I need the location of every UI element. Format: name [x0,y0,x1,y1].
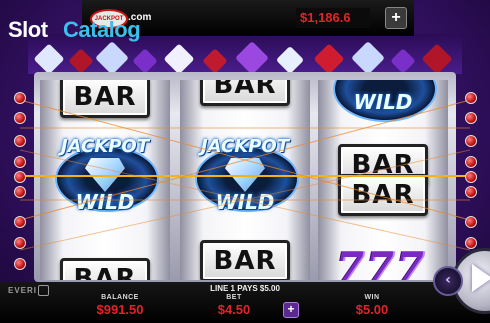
payline-indicator-right [465,186,477,198]
bar-symbol: BAR [60,258,150,280]
balance-value: $991.50 [96,302,144,317]
logo-slot-text: Slot [8,17,48,42]
payline-indicator-left [14,237,26,249]
payline-indicator-left [14,156,26,168]
payline-indicator-left [14,216,26,228]
balance-label: BALANCE [101,294,139,301]
jackpot-wild-symbol: JACKPOT WILD [191,132,299,218]
wild-text: WILD [353,90,413,114]
gem-ruby-icon [313,43,345,74]
bar-symbol: BAR [60,80,150,118]
seven-symbol: 7 [396,244,424,280]
seven-symbol: 7 [336,244,364,280]
gem-diamond-icon [351,41,385,74]
gem-ruby-icon [421,43,453,74]
payline-indicator-right [465,171,477,183]
bet-value: $4.50 [217,302,251,317]
previous-arrow-button[interactable]: ‹ [433,266,463,296]
gem-diamond-icon [33,43,65,74]
bet-label: BET [226,294,242,301]
payline-indicator-right [465,135,477,147]
slot-game: BAR JACKPOT WILD BAR BAR JACKPOT WILD BA… [0,0,490,323]
gem-amethyst-icon [132,48,158,74]
line-pays-message: LINE 1 PAYS $5.00 [210,284,280,293]
add-funds-button[interactable]: + [385,7,407,29]
reel-2: BAR JACKPOT WILD BAR [180,80,310,280]
spin-arrow-icon [472,264,490,292]
gem-amethyst-icon [390,48,416,74]
win-label: WIN [364,294,380,301]
payline-indicator-right [465,112,477,124]
gem-diamond-icon [95,41,129,74]
payline-indicator-right [465,216,477,228]
payline-indicator-left [14,171,26,183]
gem-diamond-icon [275,45,305,74]
bar-symbol: BAR [200,80,290,106]
reel-1: BAR JACKPOT WILD BAR [40,80,170,280]
wild-text: WILD [215,190,275,214]
gem-ruby-icon [202,48,228,74]
jackpot-text: JACKPOT [60,136,149,157]
cash-display: $1,186.6 [300,10,351,25]
payline-indicator-left [14,258,26,270]
jackpot-wild-symbol: JACKPOT WILD [51,132,159,218]
gem-diamond-icon [163,43,195,74]
gem-amethyst-icon [235,41,269,74]
wild-symbol: WILD [329,80,437,122]
wild-text: WILD [75,190,135,214]
jackpot-text: JACKPOT [200,136,289,157]
gem-ruby-icon [68,48,94,74]
reel-3: WILD BAR BAR 7 7 7 [318,80,448,280]
payline-indicator-right [465,156,477,168]
bet-increase-button[interactable]: + [283,302,299,318]
payline-indicator-left [14,112,26,124]
payline-indicator-left [14,186,26,198]
payline-indicator-left [14,135,26,147]
logo-com-text: .com [128,12,152,23]
payline-indicator-left [14,92,26,104]
win-value: $5.00 [355,302,389,317]
seven-symbol: 7 [366,244,394,280]
bar-symbol: BAR [200,240,290,280]
payline-indicator-right [465,237,477,249]
payline-indicator-right [465,92,477,104]
bar-symbol: BAR [338,174,428,216]
slotcatalog-logo: JACKPOT Slot Catalog .com [4,6,164,42]
